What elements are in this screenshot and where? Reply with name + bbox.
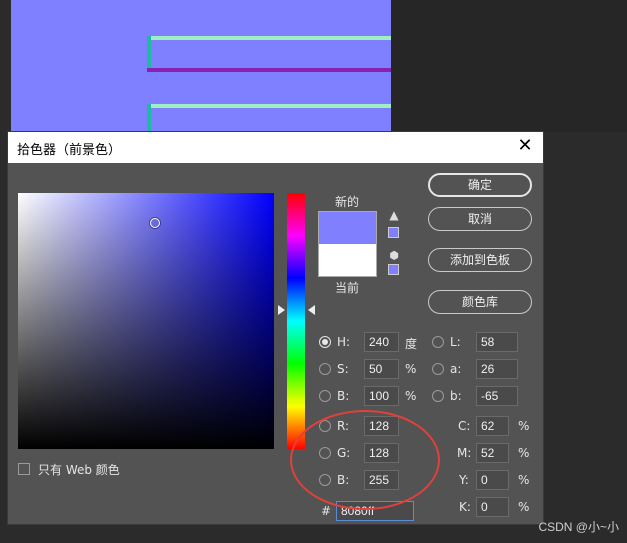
- blue-radio[interactable]: [319, 474, 331, 486]
- normal-map-edge-2: [147, 104, 151, 132]
- hue-radio[interactable]: [319, 336, 331, 348]
- new-color-label: 新的: [335, 195, 360, 209]
- a-channel-radio[interactable]: [432, 363, 444, 375]
- saturation-radio[interactable]: [319, 363, 331, 375]
- h-unit: 度: [405, 337, 418, 351]
- saturation-brightness-field[interactable]: [18, 193, 274, 449]
- s-label: S:: [337, 362, 349, 376]
- current-color-swatch[interactable]: [318, 244, 377, 277]
- r-label: R:: [337, 419, 350, 433]
- watermark: CSDN @小~小: [538, 520, 619, 534]
- normal-map-highlight-2: [147, 104, 391, 108]
- hex-input[interactable]: 8080ff: [336, 501, 414, 521]
- b-label: B:: [337, 389, 350, 403]
- lightness-input[interactable]: 58: [476, 332, 518, 352]
- b-unit: %: [405, 389, 417, 403]
- current-color-label: 当前: [335, 281, 360, 295]
- gamut-swatch[interactable]: [388, 227, 399, 238]
- c-label: C:: [458, 419, 471, 433]
- gamut-warning-icon[interactable]: ▲: [387, 209, 401, 222]
- brightness-input[interactable]: 100: [364, 386, 399, 406]
- normal-map-highlight: [147, 36, 391, 40]
- close-icon[interactable]: ✕: [516, 135, 534, 157]
- lightness-radio[interactable]: [432, 336, 444, 348]
- hue-input[interactable]: 240: [364, 332, 399, 352]
- hue-slider[interactable]: [287, 193, 305, 449]
- normal-map-shadow: [147, 68, 391, 72]
- red-radio[interactable]: [319, 420, 331, 432]
- y-unit: %: [518, 473, 530, 487]
- blue-label: B:: [337, 473, 350, 487]
- color-picker-cursor[interactable]: [150, 218, 160, 228]
- blue-input[interactable]: 255: [364, 470, 399, 490]
- workspace-background: [391, 0, 627, 132]
- color-libraries-button[interactable]: 颜色库: [428, 290, 532, 314]
- only-web-colors-checkbox[interactable]: [18, 463, 30, 475]
- dialog-title: 拾色器（前景色）: [17, 143, 122, 158]
- y-label: Y:: [459, 473, 469, 487]
- m-label: M:: [457, 446, 472, 460]
- k-unit: %: [518, 500, 530, 514]
- web-safe-cube-icon[interactable]: ⬢: [387, 249, 401, 262]
- hue-slider-left-arrow-icon[interactable]: [278, 305, 285, 315]
- web-safe-swatch[interactable]: [388, 264, 399, 275]
- normal-map-edge: [147, 36, 151, 72]
- dialog-titlebar: 拾色器（前景色） ✕: [8, 132, 543, 163]
- hue-slider-right-arrow-icon[interactable]: [308, 305, 315, 315]
- document-canvas: [11, 0, 391, 132]
- dialog-content: 新的 当前 ▲ ⬢ 确定 取消 添加到色板 颜色库 H: 240 度 S: 50…: [8, 163, 543, 526]
- s-unit: %: [405, 362, 417, 376]
- b-channel-radio[interactable]: [432, 390, 444, 402]
- hex-label: #: [321, 504, 332, 518]
- c-unit: %: [518, 419, 530, 433]
- brightness-radio[interactable]: [319, 390, 331, 402]
- cancel-button[interactable]: 取消: [428, 207, 532, 231]
- ok-button[interactable]: 确定: [428, 173, 532, 197]
- saturation-input[interactable]: 50: [364, 359, 399, 379]
- only-web-colors-label: 只有 Web 颜色: [38, 463, 120, 477]
- green-radio[interactable]: [319, 447, 331, 459]
- black-input[interactable]: 0: [476, 497, 509, 517]
- m-unit: %: [518, 446, 530, 460]
- magenta-input[interactable]: 52: [476, 443, 509, 463]
- l-label: L:: [450, 335, 461, 349]
- new-color-swatch: [318, 211, 377, 244]
- red-input[interactable]: 128: [364, 416, 399, 436]
- a-label: a:: [450, 362, 462, 376]
- b-channel-input[interactable]: -65: [476, 386, 518, 406]
- cyan-input[interactable]: 62: [476, 416, 509, 436]
- lab-b-label: b:: [450, 389, 462, 403]
- color-picker-dialog: 拾色器（前景色） ✕ 新的 当前 ▲ ⬢ 确定 取消 添加到色板 颜色库 H: …: [7, 131, 544, 525]
- green-input[interactable]: 128: [364, 443, 399, 463]
- g-label: G:: [337, 446, 351, 460]
- add-to-swatches-button[interactable]: 添加到色板: [428, 248, 532, 272]
- h-label: H:: [337, 335, 351, 349]
- k-label: K:: [459, 500, 471, 514]
- yellow-input[interactable]: 0: [476, 470, 509, 490]
- a-channel-input[interactable]: 26: [476, 359, 518, 379]
